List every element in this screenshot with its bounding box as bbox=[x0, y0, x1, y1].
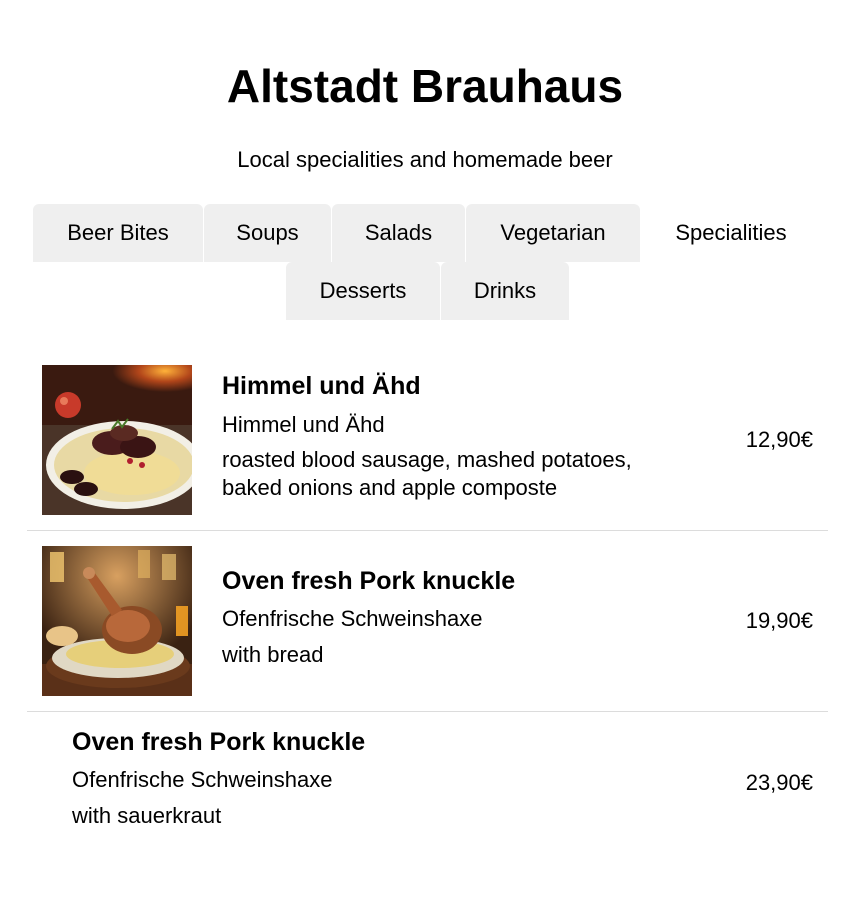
tab-soups[interactable]: Soups bbox=[204, 204, 331, 262]
dish-description: with sauerkraut bbox=[72, 803, 222, 828]
dish-price: 12,90€ bbox=[745, 427, 813, 452]
dish-name: Oven fresh Pork knuckle bbox=[72, 728, 366, 756]
page-title: Altstadt Brauhaus bbox=[226, 60, 624, 112]
dish-german-name: Ofenfrische Schweinshaxe bbox=[72, 767, 333, 792]
blood-sausage-dish-image bbox=[42, 365, 192, 515]
dish-price: 19,90€ bbox=[745, 608, 813, 633]
menu-item: Himmel und Ähd Himmel und Ähd roasted bl… bbox=[27, 350, 828, 531]
tab-desserts[interactable]: Desserts bbox=[286, 262, 440, 320]
tab-beer-bites[interactable]: Beer Bites bbox=[33, 204, 203, 262]
tab-specialities[interactable]: Specialities bbox=[641, 204, 821, 262]
dish-price: 23,90€ bbox=[745, 770, 813, 795]
dish-german-name: Ofenfrische Schweinshaxe bbox=[222, 606, 483, 631]
page-subtitle: Local specialities and homemade beer bbox=[237, 147, 613, 172]
menu-item: Oven fresh Pork knuckle Ofenfrische Schw… bbox=[27, 531, 828, 712]
tab-salads[interactable]: Salads bbox=[332, 204, 465, 262]
tab-drinks[interactable]: Drinks bbox=[441, 262, 569, 320]
tab-vegetarian[interactable]: Vegetarian bbox=[466, 204, 640, 262]
pork-knuckle-photo-icon bbox=[42, 546, 192, 696]
dish-description: roasted blood sausage, mashed potatoes, … bbox=[222, 447, 632, 500]
menu-item: Oven fresh Pork knuckle Ofenfrische Schw… bbox=[27, 712, 828, 852]
pork-knuckle-dish-image bbox=[42, 546, 192, 696]
dish-name: Himmel und Ähd bbox=[222, 372, 421, 400]
dish-name: Oven fresh Pork knuckle bbox=[222, 567, 516, 595]
dish-german-name: Himmel und Ähd bbox=[222, 412, 385, 437]
dish-description: with bread bbox=[222, 642, 324, 667]
blood-sausage-photo-icon bbox=[42, 365, 192, 515]
